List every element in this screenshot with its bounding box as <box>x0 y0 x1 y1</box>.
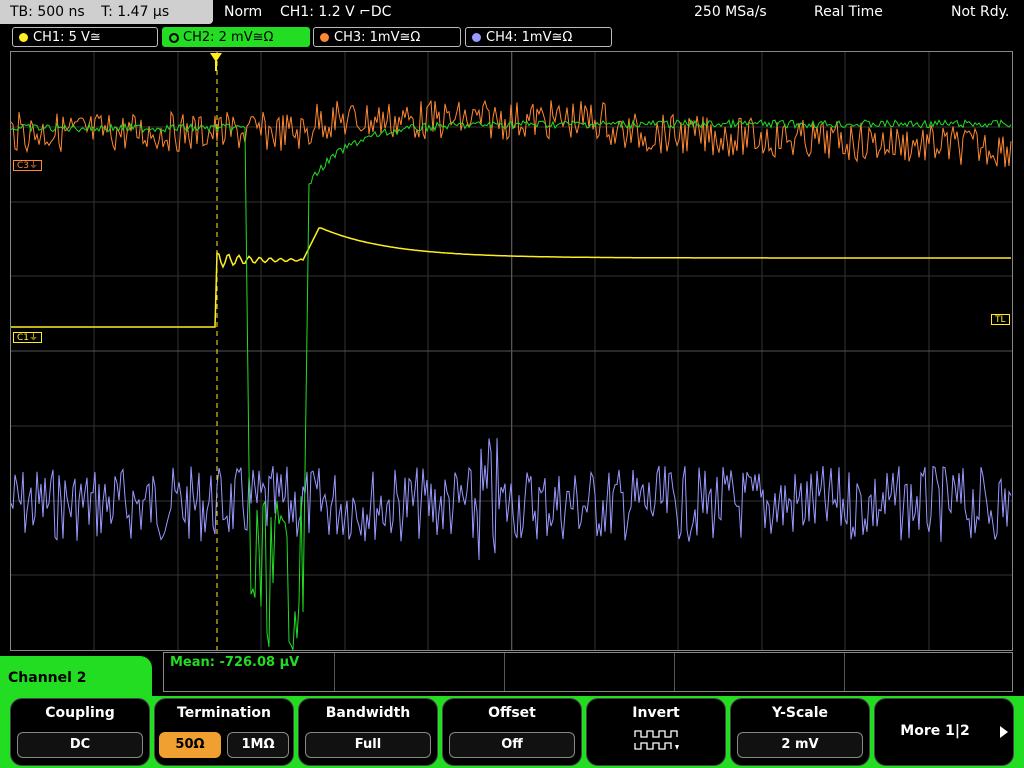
meas-divider <box>334 653 335 691</box>
waveform-canvas <box>11 52 1012 650</box>
tab-ch3-label: CH3: 1mV≅Ω <box>334 30 421 45</box>
ch4-color-dot <box>472 33 481 42</box>
tab-ch2-label: CH2: 2 mV≅Ω <box>183 30 274 45</box>
ch1-color-dot <box>19 33 28 42</box>
invert-waveform-icon <box>634 730 679 750</box>
termination-softkey[interactable]: Termination 50Ω 1MΩ <box>154 698 294 766</box>
ch3-color-dot <box>320 33 329 42</box>
channel-tabs: CH1: 5 V≅ CH2: 2 mV≅Ω CH3: 1mV≅Ω CH4: 1m… <box>0 27 1024 49</box>
bandwidth-value[interactable]: Full <box>305 732 431 758</box>
termination-label: Termination <box>177 705 271 721</box>
ch3-ground-marker[interactable]: C3⏚ <box>13 160 43 171</box>
more-softkey[interactable]: More 1|2 <box>874 698 1014 766</box>
tab-ch3[interactable]: CH3: 1mV≅Ω <box>313 27 461 47</box>
trigger-time-value: T: 1.47 µs <box>101 4 170 20</box>
tab-ch4[interactable]: CH4: 1mV≅Ω <box>465 27 612 47</box>
termination-1mohm-option[interactable]: 1MΩ <box>227 732 289 758</box>
offset-label: Offset <box>488 705 536 721</box>
tab-ch4-label: CH4: 1mV≅Ω <box>486 30 573 45</box>
ch2-color-dot <box>169 33 179 43</box>
tab-ch1-label: CH1: 5 V≅ <box>33 30 101 45</box>
trigger-mode[interactable]: Norm <box>224 0 262 24</box>
yscale-value[interactable]: 2 mV <box>737 732 863 758</box>
acquisition-mode: Real Time <box>814 4 883 20</box>
coupling-softkey[interactable]: Coupling DC <box>10 698 150 766</box>
invert-label: Invert <box>632 705 680 721</box>
tab-ch1[interactable]: CH1: 5 V≅ <box>12 27 158 47</box>
offset-softkey[interactable]: Offset Off <box>442 698 582 766</box>
yscale-label: Y-Scale <box>771 705 828 721</box>
trigger-position-marker[interactable] <box>209 52 223 72</box>
trigger-level-marker[interactable]: TL <box>991 314 1010 325</box>
measurement-panel: Mean: -726.08 µV <box>163 652 1013 692</box>
bandwidth-label: Bandwidth <box>325 705 411 721</box>
coupling-value[interactable]: DC <box>17 732 143 758</box>
meas-divider <box>504 653 505 691</box>
termination-50ohm-option[interactable]: 50Ω <box>159 732 221 758</box>
meas-divider <box>844 653 845 691</box>
timebase-value: TB: 500 ns <box>10 4 85 20</box>
trigger-arrow-icon <box>210 53 222 71</box>
ch1-ground-marker[interactable]: C1⏚ <box>13 332 43 343</box>
sample-rate: 250 MSa/s <box>694 4 767 20</box>
waveform-display[interactable]: C3⏚ C1⏚ TL <box>10 51 1013 651</box>
meas-divider <box>674 653 675 691</box>
trigger-source[interactable]: CH1: 1.2 V ⌐DC <box>280 0 391 24</box>
tab-ch2[interactable]: CH2: 2 mV≅Ω <box>162 27 310 47</box>
mean-measurement: Mean: -726.08 µV <box>170 655 300 670</box>
offset-value[interactable]: Off <box>449 732 575 758</box>
more-label: More 1|2 <box>900 723 970 739</box>
chevron-right-icon <box>1000 726 1008 738</box>
status-bar: TB: 500 ns T: 1.47 µs Norm CH1: 1.2 V ⌐D… <box>0 0 1024 26</box>
acquisition-status: Not Rdy. <box>951 4 1010 20</box>
bandwidth-softkey[interactable]: Bandwidth Full <box>298 698 438 766</box>
coupling-label: Coupling <box>45 705 115 721</box>
menu-title: Channel 2 <box>0 656 152 696</box>
invert-softkey[interactable]: Invert <box>586 698 726 766</box>
yscale-softkey[interactable]: Y-Scale 2 mV <box>730 698 870 766</box>
timebase-box[interactable]: TB: 500 ns T: 1.47 µs <box>0 0 213 24</box>
